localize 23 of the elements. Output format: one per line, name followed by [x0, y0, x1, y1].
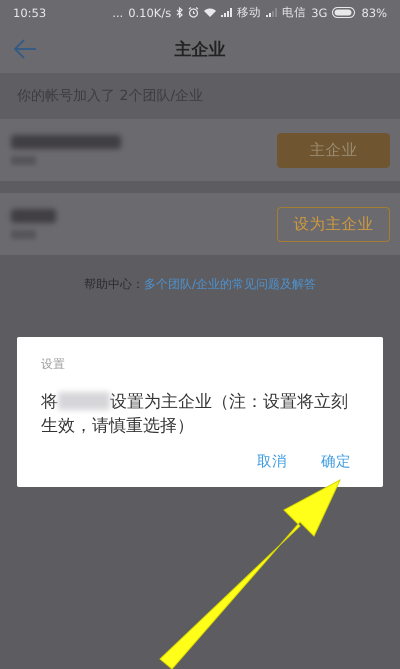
dialog-message: 将 设置为主企业（注：设置将立刻生效，请慎重选择） [41, 391, 349, 438]
alarm-icon [188, 7, 200, 18]
battery-icon [332, 7, 356, 18]
bluetooth-icon [176, 7, 184, 18]
set-primary-button[interactable]: 设为主企业 [277, 206, 390, 242]
network-type: 3G [311, 6, 328, 20]
carrier-name: 移动 [237, 5, 262, 20]
more-dots: ... [112, 6, 124, 20]
carrier-name: 电信 [282, 5, 306, 20]
cancel-button[interactable]: 取消 [255, 448, 289, 475]
battery-percent: 83% [361, 6, 387, 20]
back-arrow-icon [12, 37, 38, 61]
faq-link[interactable]: 多个团队/企业的常见问题及解答 [144, 276, 316, 293]
network-speed: 0.10K/s [128, 6, 172, 20]
clock-time: 10:53 [13, 6, 46, 20]
dialog-title: 设置 [41, 356, 65, 373]
primary-company-button[interactable]: 主企业 [277, 132, 390, 168]
signal-icon [266, 8, 278, 17]
page-title: 主企业 [174, 38, 226, 60]
confirm-button[interactable]: 确定 [319, 448, 353, 475]
wifi-icon [204, 8, 216, 17]
signal-icon [221, 8, 232, 17]
blurred-name [11, 209, 56, 223]
